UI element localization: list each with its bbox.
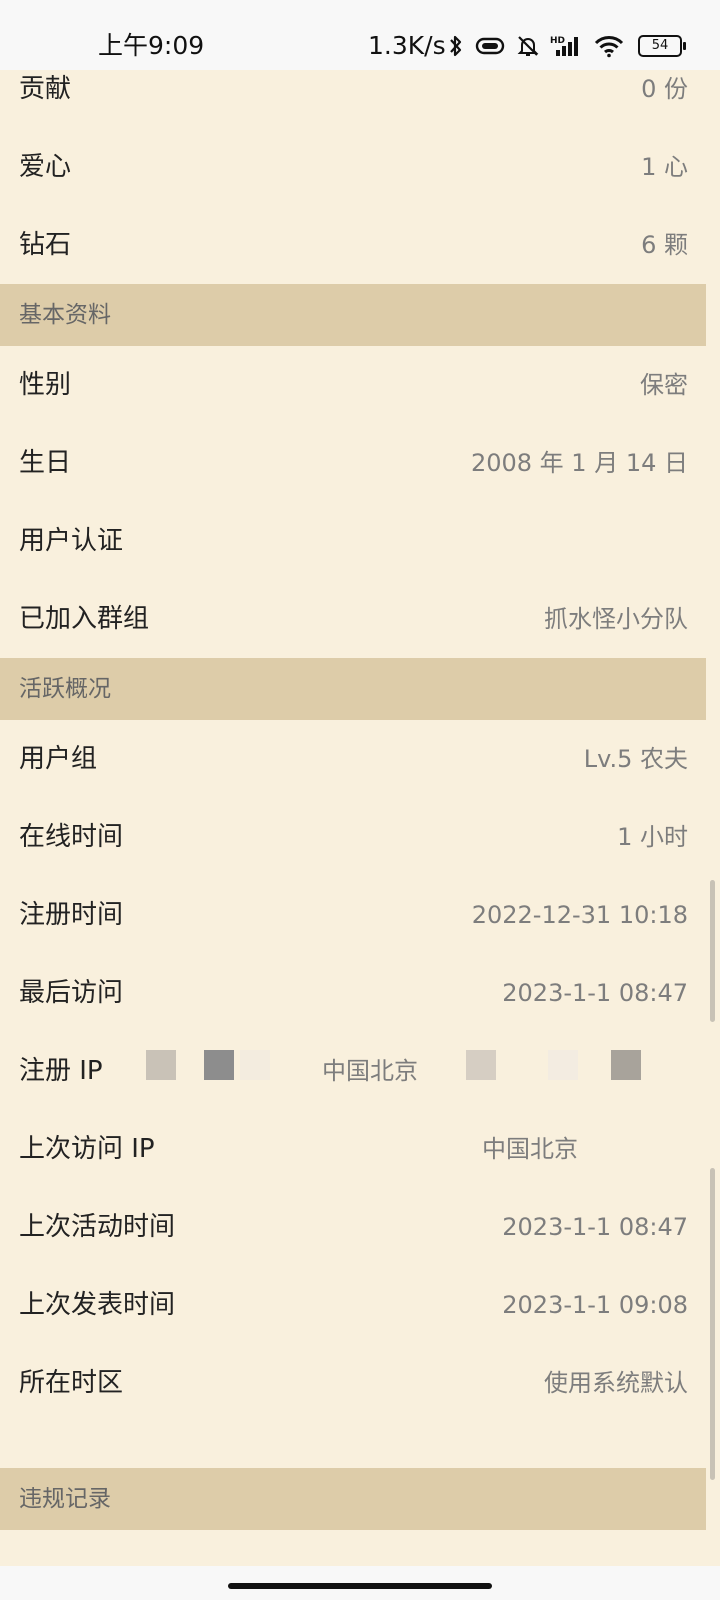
row-label: 用户组 [19,744,98,774]
row-value: Lv.5 农夫 [583,745,688,773]
activity-row-last-post: 上次发表时间 2023-1-1 09:08 [0,1266,706,1344]
row-label: 最后访问 [19,978,124,1008]
wifi-icon [594,36,624,58]
activity-row-online-time: 在线时间 1 小时 [0,798,706,876]
row-label: 上次访问 IP [19,1134,155,1164]
activity-row-last-ip: 上次访问 IP 中国北京 [0,1110,706,1188]
row-label: 用户认证 [19,526,124,556]
scrollbar[interactable] [710,880,715,1022]
redaction-block [611,1050,641,1080]
row-value: 2023-1-1 08:47 [502,1213,688,1241]
network-speed: 1.3K/s [368,31,446,60]
info-row-birthday: 生日 2008 年 1 月 14 日 [0,424,706,502]
activity-row-timezone: 所在时区 使用系统默认 [0,1344,706,1422]
profile-list[interactable]: 贡献 0 份 爱心 1 心 钻石 6 颗 基本资料 性别 保密 生日 2008 … [0,50,706,1576]
svg-text:HD: HD [550,36,565,46]
row-value[interactable]: 抓水怪小分队 [544,601,688,637]
row-value: 中国北京 [322,1057,418,1085]
activity-row-register-ip: 注册 IP 中国北京 [0,1032,706,1110]
status-time: 上午9:09 [98,31,205,60]
row-value: 0 份 [641,75,688,103]
section-spacer [0,1422,706,1468]
row-value: 2023-1-1 08:47 [502,979,688,1007]
row-value: 1 小时 [617,823,688,851]
activity-row-last-visit: 最后访问 2023-1-1 08:47 [0,954,706,1032]
redaction-block [548,1050,578,1080]
section-title: 活跃概况 [19,676,111,702]
section-title: 基本资料 [19,302,111,328]
row-label: 所在时区 [19,1368,124,1398]
section-header-basic: 基本资料 [0,284,706,346]
activity-row-register-time: 注册时间 2022-12-31 10:18 [0,876,706,954]
battery-icon: 54 [638,35,686,57]
hd-signal-icon: HD [550,36,578,56]
scrollbar[interactable] [710,1168,715,1480]
row-value: 1 心 [641,153,688,181]
redaction-block [240,1050,270,1080]
row-label: 注册 IP [19,1056,103,1086]
row-label: 在线时间 [19,822,124,852]
row-label: 上次发表时间 [19,1290,176,1320]
status-icons: HD 54 [448,28,686,64]
bluetooth-icon [450,35,462,57]
row-label: 已加入群组 [19,604,150,634]
section-title: 违规记录 [19,1486,111,1512]
row-label: 钻石 [19,230,72,260]
redaction-block [204,1050,234,1080]
status-bar: 上午9:09 1.3K/s HD 54 [0,0,720,70]
row-label: 上次活动时间 [19,1212,176,1242]
row-label: 爱心 [19,152,72,182]
section-header-activity: 活跃概况 [0,658,706,720]
row-value: 使用系统默认 [544,1369,688,1397]
row-value: 2023-1-1 09:08 [502,1291,688,1319]
row-value: 保密 [640,371,688,399]
row-label: 注册时间 [19,900,124,930]
info-row-gender: 性别 保密 [0,346,706,424]
row-label: 性别 [19,370,72,400]
section-header-violations: 违规记录 [0,1468,706,1530]
info-row-groups[interactable]: 已加入群组 抓水怪小分队 [0,580,706,658]
activity-row-last-active: 上次活动时间 2023-1-1 08:47 [0,1188,706,1266]
screen: 贡献 0 份 爱心 1 心 钻石 6 颗 基本资料 性别 保密 生日 2008 … [0,0,720,1600]
row-value: 2008 年 1 月 14 日 [470,449,688,477]
home-gesture-handle[interactable] [228,1583,492,1589]
info-row-verification: 用户认证 [0,502,706,580]
row-label: 贡献 [19,74,72,104]
mute-icon [517,36,539,56]
row-label: 生日 [19,448,72,478]
activity-row-user-group: 用户组 Lv.5 农夫 [0,720,706,798]
navigation-bar [0,1566,720,1600]
row-value: 中国北京 [482,1135,578,1163]
stat-row-diamond: 钻石 6 颗 [0,206,706,284]
row-value: 6 颗 [641,231,688,259]
vibrate-icon [475,37,505,55]
redaction-block [466,1050,496,1080]
row-value: 2022-12-31 10:18 [471,901,688,929]
stat-row-love: 爱心 1 心 [0,128,706,206]
redaction-block [146,1050,176,1080]
